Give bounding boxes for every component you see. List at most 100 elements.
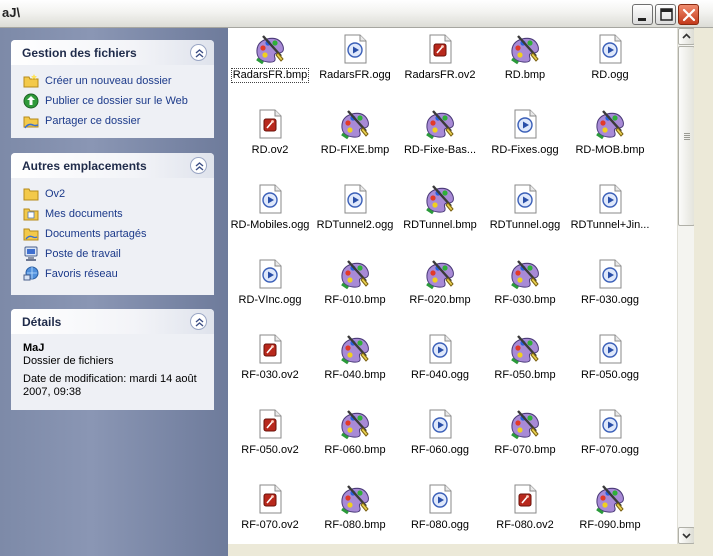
file-item[interactable]: RF-050.ogg: [568, 328, 652, 403]
collapse-chevron-icon[interactable]: [190, 44, 207, 61]
file-item[interactable]: RD.ov2: [228, 103, 312, 178]
scroll-thumb[interactable]: [678, 46, 695, 226]
file-item[interactable]: RD-FIXE.bmp: [313, 103, 397, 178]
file-item[interactable]: RF-010.bmp: [313, 253, 397, 328]
paint-bitmap-icon: [339, 483, 371, 515]
file-item[interactable]: RF-060.bmp: [313, 403, 397, 478]
panel-header[interactable]: Détails: [11, 309, 214, 334]
folder-icon: [23, 186, 39, 202]
file-item[interactable]: RF-030.bmp: [483, 253, 567, 328]
file-name: RD.ogg: [591, 69, 629, 81]
title-bar[interactable]: aJ\: [0, 0, 713, 28]
file-item[interactable]: RDTunnel+Jin...: [568, 178, 652, 253]
file-item[interactable]: RF-060.ogg: [398, 403, 482, 478]
file-name: RF-020.bmp: [409, 294, 471, 306]
place-network[interactable]: Favoris réseau: [23, 264, 214, 284]
paint-bitmap-icon: [594, 108, 626, 140]
task-pane: Gestion des fichiers Créer un nouveau do…: [0, 28, 228, 556]
explorer-window: aJ\ Gestion des fichiers Créer un nouvea…: [0, 0, 713, 556]
my-computer-icon: [23, 246, 39, 262]
file-item[interactable]: RadarsFR.bmp: [228, 28, 312, 103]
panel-header[interactable]: Gestion des fichiers: [11, 40, 214, 65]
details-panel: Détails MaJ Dossier de fichiers Date de …: [11, 309, 214, 410]
place-my-documents[interactable]: Mes documents: [23, 204, 214, 224]
details-type: Dossier de fichiers: [23, 355, 114, 367]
other-places-panel: Autres emplacements Ov2 Mes documents Do…: [11, 153, 214, 295]
share-folder-icon: [23, 113, 39, 129]
place-my-computer[interactable]: Poste de travail: [23, 244, 214, 264]
file-name: RD.ov2: [251, 144, 289, 156]
vertical-scrollbar[interactable]: [677, 28, 695, 544]
file-item[interactable]: RDTunnel2.ogg: [313, 178, 397, 253]
minimize-button[interactable]: [632, 4, 653, 25]
file-name: RD-Mobiles.ogg: [230, 219, 310, 231]
paint-bitmap-icon: [509, 258, 541, 290]
details-name: MaJ: [23, 342, 45, 354]
paint-bitmap-icon: [424, 258, 456, 290]
file-name: RF-050.bmp: [494, 369, 556, 381]
file-item[interactable]: RF-080.ogg: [398, 478, 482, 544]
scroll-down-button[interactable]: [678, 527, 695, 544]
panel-header[interactable]: Autres emplacements: [11, 153, 214, 178]
file-name: RF-060.bmp: [324, 444, 386, 456]
file-item[interactable]: RF-070.ov2: [228, 478, 312, 544]
maximize-button[interactable]: [655, 4, 676, 25]
file-item[interactable]: RF-030.ov2: [228, 328, 312, 403]
file-name: RF-090.bmp: [579, 519, 641, 531]
collapse-chevron-icon[interactable]: [190, 313, 207, 330]
file-item[interactable]: RDTunnel.bmp: [398, 178, 482, 253]
file-item[interactable]: RF-070.bmp: [483, 403, 567, 478]
file-name: RF-010.bmp: [324, 294, 386, 306]
file-name: RF-050.ov2: [241, 444, 299, 456]
task-publish-web[interactable]: Publier ce dossier sur le Web: [23, 91, 214, 111]
file-item[interactable]: RD-Mobiles.ogg: [228, 178, 312, 253]
file-item[interactable]: RF-080.bmp: [313, 478, 397, 544]
file-item[interactable]: RDTunnel.ogg: [483, 178, 567, 253]
paint-bitmap-icon: [339, 258, 371, 290]
file-item[interactable]: RF-030.ogg: [568, 253, 652, 328]
file-item[interactable]: RF-020.bmp: [398, 253, 482, 328]
file-name: RF-080.ogg: [410, 519, 470, 531]
media-audio-icon: [594, 33, 626, 65]
file-item[interactable]: RadarsFR.ov2: [398, 28, 482, 103]
file-item[interactable]: RF-090.bmp: [568, 478, 652, 544]
file-item[interactable]: RD-Fixe-Bas...: [398, 103, 482, 178]
maximize-icon: [660, 8, 673, 21]
scroll-up-button[interactable]: [678, 28, 695, 45]
file-item[interactable]: RD-Fixes.ogg: [483, 103, 567, 178]
task-label: Publier ce dossier sur le Web: [45, 95, 188, 107]
media-audio-icon: [339, 33, 371, 65]
file-name: RD-FIXE.bmp: [320, 144, 390, 156]
task-label: Créer un nouveau dossier: [45, 75, 172, 87]
collapse-chevron-icon[interactable]: [190, 157, 207, 174]
place-shared-documents[interactable]: Documents partagés: [23, 224, 214, 244]
file-name: RadarsFR.bmp: [231, 68, 309, 83]
place-label: Documents partagés: [45, 228, 147, 240]
file-item[interactable]: RF-040.bmp: [313, 328, 397, 403]
panel-title: Gestion des fichiers: [22, 46, 137, 60]
file-item[interactable]: RD-VInc.ogg: [228, 253, 312, 328]
file-item[interactable]: RD.ogg: [568, 28, 652, 103]
file-item[interactable]: RadarsFR.ogg: [313, 28, 397, 103]
task-label: Partager ce dossier: [45, 115, 141, 127]
file-item[interactable]: RF-080.ov2: [483, 478, 567, 544]
file-item[interactable]: RF-070.ogg: [568, 403, 652, 478]
close-button[interactable]: [678, 4, 699, 25]
file-item[interactable]: RF-050.bmp: [483, 328, 567, 403]
task-share-folder[interactable]: Partager ce dossier: [23, 111, 214, 131]
paint-bitmap-icon: [509, 33, 541, 65]
file-name: RD-VInc.ogg: [238, 294, 302, 306]
file-item[interactable]: RD.bmp: [483, 28, 567, 103]
file-item[interactable]: RF-050.ov2: [228, 403, 312, 478]
ov2-document-icon: [254, 483, 286, 515]
file-item[interactable]: RD-MOB.bmp: [568, 103, 652, 178]
paint-bitmap-icon: [339, 108, 371, 140]
file-name: RadarsFR.ogg: [319, 69, 391, 81]
media-audio-icon: [509, 108, 541, 140]
media-audio-icon: [424, 408, 456, 440]
close-icon: [682, 8, 696, 22]
task-new-folder[interactable]: Créer un nouveau dossier: [23, 71, 214, 91]
place-ov2[interactable]: Ov2: [23, 184, 214, 204]
media-audio-icon: [594, 258, 626, 290]
file-item[interactable]: RF-040.ogg: [398, 328, 482, 403]
